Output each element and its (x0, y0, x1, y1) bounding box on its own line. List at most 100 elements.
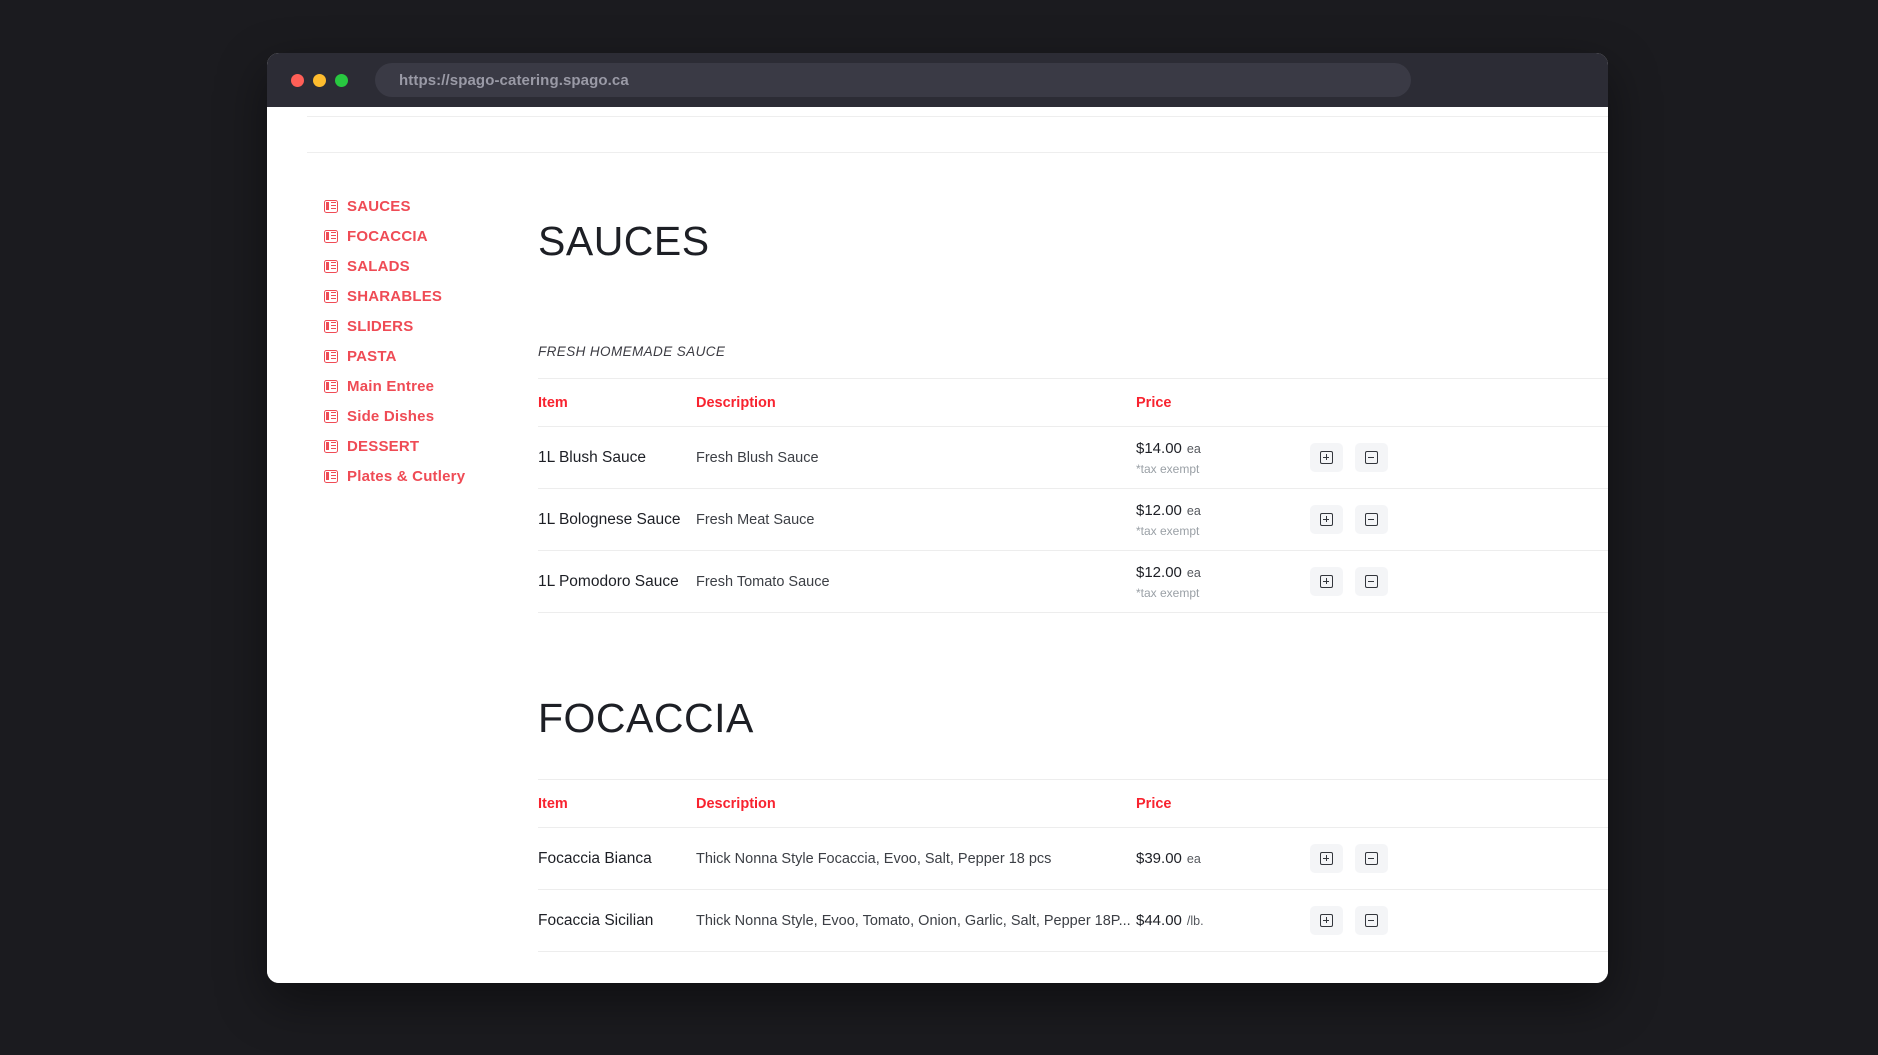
sidebar-item-label: DESSERT (347, 437, 420, 455)
plus-square-icon (1320, 513, 1333, 526)
sidebar-item-label: FOCACCIA (347, 227, 428, 245)
minimize-window-button[interactable] (313, 73, 326, 87)
column-header-price: Price (1136, 795, 1172, 812)
menu-table: Item Description Price 1L Blush Sauce Fresh … (538, 378, 1608, 613)
item-price-unit: ea (1186, 441, 1201, 456)
list-icon (324, 199, 338, 213)
item-price-note: *tax exempt (1136, 523, 1200, 538)
plus-square-icon (1320, 575, 1333, 588)
list-icon (324, 259, 338, 273)
remove-quantity-button[interactable] (1355, 567, 1388, 596)
remove-quantity-button[interactable] (1355, 505, 1388, 534)
sidebar-item-focaccia[interactable]: FOCACCIA (324, 221, 534, 251)
list-icon (324, 319, 338, 333)
page-top-strip (307, 116, 1608, 153)
browser-window: https://spago-catering.spago.ca SAUCES FO… (267, 53, 1608, 983)
item-name: Focaccia Bianca (538, 849, 652, 867)
browser-titlebar: https://spago-catering.spago.ca (267, 53, 1608, 107)
menu-table: Item Description Price Focaccia Bianca Thick… (538, 779, 1608, 952)
item-price: $12.00 (1136, 563, 1182, 581)
table-header-row: Item Description Price (538, 779, 1608, 828)
list-icon (324, 409, 338, 423)
minus-square-icon (1365, 852, 1378, 865)
add-quantity-button[interactable] (1310, 567, 1343, 596)
item-price-unit: ea (1186, 851, 1201, 866)
item-price-unit: ea (1186, 503, 1201, 518)
column-header-price: Price (1136, 394, 1172, 411)
item-price: $39.00 (1136, 849, 1182, 867)
remove-quantity-button[interactable] (1355, 844, 1388, 873)
section-subtitle: FRESH HOMEMADE SAUCE (538, 344, 726, 359)
sidebar-item-dessert[interactable]: DESSERT (324, 431, 534, 461)
plus-square-icon (1320, 451, 1333, 464)
url-text: https://spago-catering.spago.ca (399, 71, 629, 89)
column-header-description: Description (696, 394, 776, 411)
address-bar[interactable]: https://spago-catering.spago.ca (375, 63, 1411, 97)
sidebar-item-label: PASTA (347, 347, 397, 365)
list-icon (324, 469, 338, 483)
remove-quantity-button[interactable] (1355, 906, 1388, 935)
minus-square-icon (1365, 451, 1378, 464)
item-price-note: *tax exempt (1136, 461, 1200, 476)
quantity-controls (1310, 505, 1608, 534)
sidebar-item-sliders[interactable]: SLIDERS (324, 311, 534, 341)
item-name: Focaccia Sicilian (538, 911, 654, 929)
item-description: Thick Nonna Style Focaccia, Evoo, Salt, … (696, 850, 1052, 867)
item-description: Fresh Meat Sauce (696, 511, 815, 528)
add-quantity-button[interactable] (1310, 844, 1343, 873)
list-icon (324, 379, 338, 393)
list-icon (324, 349, 338, 363)
sidebar-item-label: SAUCES (347, 197, 411, 215)
add-quantity-button[interactable] (1310, 505, 1343, 534)
item-name: 1L Pomodoro Sauce (538, 572, 679, 590)
column-header-item: Item (538, 394, 568, 411)
item-name: 1L Blush Sauce (538, 448, 647, 466)
maximize-window-button[interactable] (335, 73, 348, 87)
quantity-controls (1310, 906, 1608, 935)
item-price: $12.00 (1136, 501, 1182, 519)
plus-square-icon (1320, 852, 1333, 865)
plus-square-icon (1320, 914, 1333, 927)
sidebar-item-label: SLIDERS (347, 317, 414, 335)
add-quantity-button[interactable] (1310, 906, 1343, 935)
sidebar-item-label: Side Dishes (347, 407, 435, 425)
remove-quantity-button[interactable] (1355, 443, 1388, 472)
column-header-description: Description (696, 795, 776, 812)
item-price-unit: /lb. (1186, 913, 1204, 928)
sidebar-item-side-dishes[interactable]: Side Dishes (324, 401, 534, 431)
list-icon (324, 289, 338, 303)
sidebar-item-sharables[interactable]: SHARABLES (324, 281, 534, 311)
page-viewport: SAUCES FOCACCIA SALADS SHARABLES SLIDERS PAST… (267, 107, 1608, 983)
table-row: 1L Pomodoro Sauce Fresh Tomato Sauce $12.0… (538, 551, 1608, 613)
section-title: SAUCES (538, 218, 710, 264)
quantity-controls (1310, 443, 1608, 472)
sidebar-item-label: SALADS (347, 257, 410, 275)
add-quantity-button[interactable] (1310, 443, 1343, 472)
item-description: Fresh Blush Sauce (696, 449, 819, 466)
item-price-unit: ea (1186, 565, 1201, 580)
section-title: FOCACCIA (538, 695, 754, 741)
close-window-button[interactable] (291, 73, 304, 87)
minus-square-icon (1365, 575, 1378, 588)
sidebar-item-salads[interactable]: SALADS (324, 251, 534, 281)
sidebar-item-main-entree[interactable]: Main Entree (324, 371, 534, 401)
quantity-controls (1310, 844, 1608, 873)
item-description: Thick Nonna Style, Evoo, Tomato, Onion, … (696, 912, 1131, 929)
table-header-row: Item Description Price (538, 378, 1608, 427)
minus-square-icon (1365, 914, 1378, 927)
sidebar-item-plates-cutlery[interactable]: Plates & Cutlery (324, 461, 534, 491)
list-icon (324, 229, 338, 243)
traffic-lights (291, 73, 348, 87)
table-row: Focaccia Sicilian Thick Nonna Style, Evoo… (538, 890, 1608, 952)
sidebar-item-label: Main Entree (347, 377, 435, 395)
sidebar-item-sauces[interactable]: SAUCES (324, 191, 534, 221)
sidebar-item-label: Plates & Cutlery (347, 467, 466, 485)
item-price: $14.00 (1136, 439, 1182, 457)
quantity-controls (1310, 567, 1608, 596)
column-header-item: Item (538, 795, 568, 812)
sidebar-item-pasta[interactable]: PASTA (324, 341, 534, 371)
item-description: Fresh Tomato Sauce (696, 573, 830, 590)
category-sidebar: SAUCES FOCACCIA SALADS SHARABLES SLIDERS PAST… (324, 191, 534, 491)
item-price: $44.00 (1136, 911, 1182, 929)
item-price-note: *tax exempt (1136, 585, 1200, 600)
